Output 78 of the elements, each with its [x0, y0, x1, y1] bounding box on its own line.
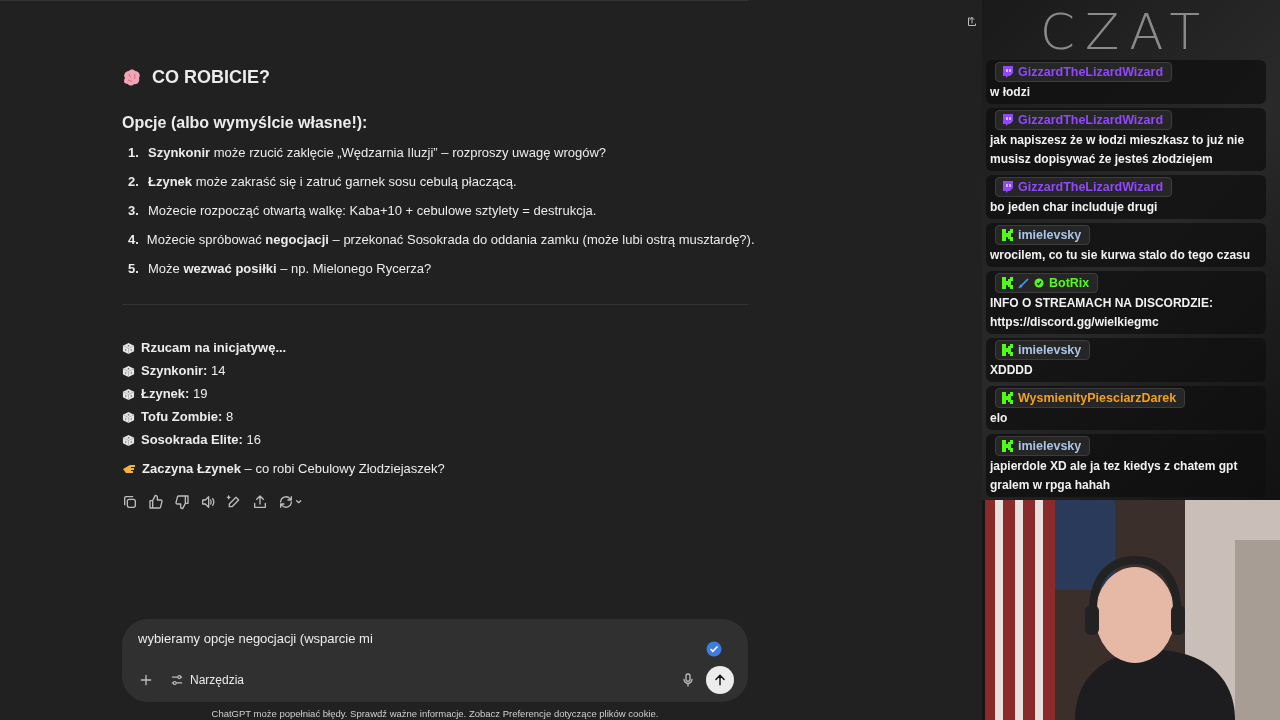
kick-icon — [1002, 440, 1013, 452]
username: imielevsky — [1018, 227, 1082, 243]
kick-icon — [1002, 229, 1013, 241]
list-number: 2. — [128, 173, 140, 191]
message-text: japierdole XD ale ja tez kiedys z chatem gpt gralem w rpga hahah — [990, 458, 1239, 494]
option-text: Łzynek może zakraść się i zatruć garnek sosu cebulą płaczącą. — [148, 173, 517, 191]
message-text: w łodzi — [990, 84, 1031, 101]
kick-icon — [1002, 277, 1013, 289]
twitch-icon — [1002, 181, 1013, 193]
tools-button[interactable]: Narzędzia — [170, 673, 245, 687]
check-badge-icon — [706, 641, 722, 657]
twitch-icon — [1002, 66, 1013, 78]
arrow-up-icon — [713, 673, 727, 687]
username: imielevsky — [1018, 342, 1082, 358]
add-button[interactable] — [138, 672, 154, 688]
next-turn-text: Zaczyna Łzynek – co robi Cebulowy Złodziejaszek? — [142, 461, 445, 476]
dislike-button[interactable] — [174, 494, 190, 510]
roll-text: Łzynek: 19 — [141, 385, 208, 403]
plus-icon — [138, 672, 154, 688]
microphone-icon — [680, 672, 696, 688]
dice-icon — [122, 387, 135, 401]
section-heading: CO ROBICIE? — [152, 67, 270, 88]
share-button[interactable] — [252, 494, 268, 510]
copy-icon — [122, 494, 138, 510]
username: GizzardTheLizardWizard — [1018, 179, 1164, 195]
username: WysmienityPiesciarzDarek — [1018, 390, 1177, 406]
pointing-hand-icon — [122, 463, 136, 474]
twitch-icon — [1002, 114, 1013, 126]
copy-button[interactable] — [122, 494, 138, 510]
disclaimer-text: ChatGPT może popełniać błędy. Sprawdź ważne informacje. Zobacz Preferencje dotyczące plików cookie. — [210, 708, 660, 719]
option-text: Możecie rozpocząć otwartą walkę: Kaba+10 + cebulowe sztylety = destrukcja. — [148, 202, 597, 220]
option-text: Szynkonir może rzucić zaklęcie „Wędzarnia Iluzji” – rozproszy uwagę wrogów? — [148, 144, 607, 162]
list-number: 4. — [128, 231, 139, 249]
kick-icon — [1002, 344, 1013, 356]
list-number: 5. — [128, 260, 140, 278]
sword-icon — [1018, 277, 1029, 289]
thumbs-up-icon — [148, 494, 164, 510]
message-text: elo — [990, 410, 1009, 427]
microphone-button[interactable] — [680, 672, 696, 688]
like-button[interactable] — [148, 494, 164, 510]
option-text: Możecie spróbować negocjacji – przekonać Sosokrada do oddania zamku (może lubi ostrą musztardę?). — [146, 231, 755, 249]
dice-icon — [122, 433, 135, 447]
message-text: XDDDD — [990, 362, 1034, 379]
username: GizzardTheLizardWizard — [1018, 64, 1164, 80]
dice-icon — [122, 341, 135, 355]
roll-text: Szynkonir: 14 — [141, 362, 226, 380]
message-text: jak napiszesz że w łodzi mieszkasz to już nie musisz dopisywać że jesteś złodziejem — [990, 132, 1246, 168]
sliders-icon — [170, 673, 184, 687]
verified-icon — [1034, 278, 1044, 288]
username: BotRix — [1049, 275, 1090, 291]
kick-icon — [1002, 392, 1013, 404]
refresh-icon — [278, 494, 302, 510]
regenerate-button[interactable] — [278, 494, 302, 510]
list-number: 1. — [128, 144, 140, 162]
send-button[interactable] — [706, 666, 734, 694]
username: imielevsky — [1018, 438, 1082, 454]
message-text: bo jeden char includuje drugi — [990, 199, 1159, 216]
list-number: 3. — [128, 202, 140, 220]
brain-icon — [122, 68, 142, 87]
read-aloud-button[interactable] — [200, 494, 216, 510]
message-text: INFO O STREAMACH NA DISCORDZIE: https://discord.gg/wielkiegmc — [990, 295, 1214, 331]
options-heading: Opcje (albo wymyślcie własne!): — [122, 114, 369, 132]
option-text: Może wezwać posiłki – np. Mielonego Rycerza? — [148, 260, 432, 278]
roll-text: Rzucam na inicjatywę... — [141, 339, 287, 357]
roll-text: Sosokrada Elite: 16 — [141, 431, 261, 449]
thumbs-down-icon — [174, 494, 190, 510]
chat-title: CZAT — [1040, 4, 1212, 60]
dice-icon — [122, 410, 135, 424]
message-input[interactable]: wybieramy opcje negocjacji (wsparcie mi — [138, 631, 698, 646]
message-text: wrocilem, co tu sie kurwa stalo do tego czasu — [990, 247, 1252, 264]
upload-icon — [252, 494, 268, 510]
username: GizzardTheLizardWizard — [1018, 112, 1164, 128]
edit-button[interactable] — [226, 494, 242, 510]
dice-icon — [122, 364, 135, 378]
pencil-icon — [226, 494, 242, 510]
speaker-icon — [200, 494, 216, 510]
share-icon — [966, 15, 978, 29]
roll-text: Tofu Zombie: 8 — [141, 408, 234, 426]
